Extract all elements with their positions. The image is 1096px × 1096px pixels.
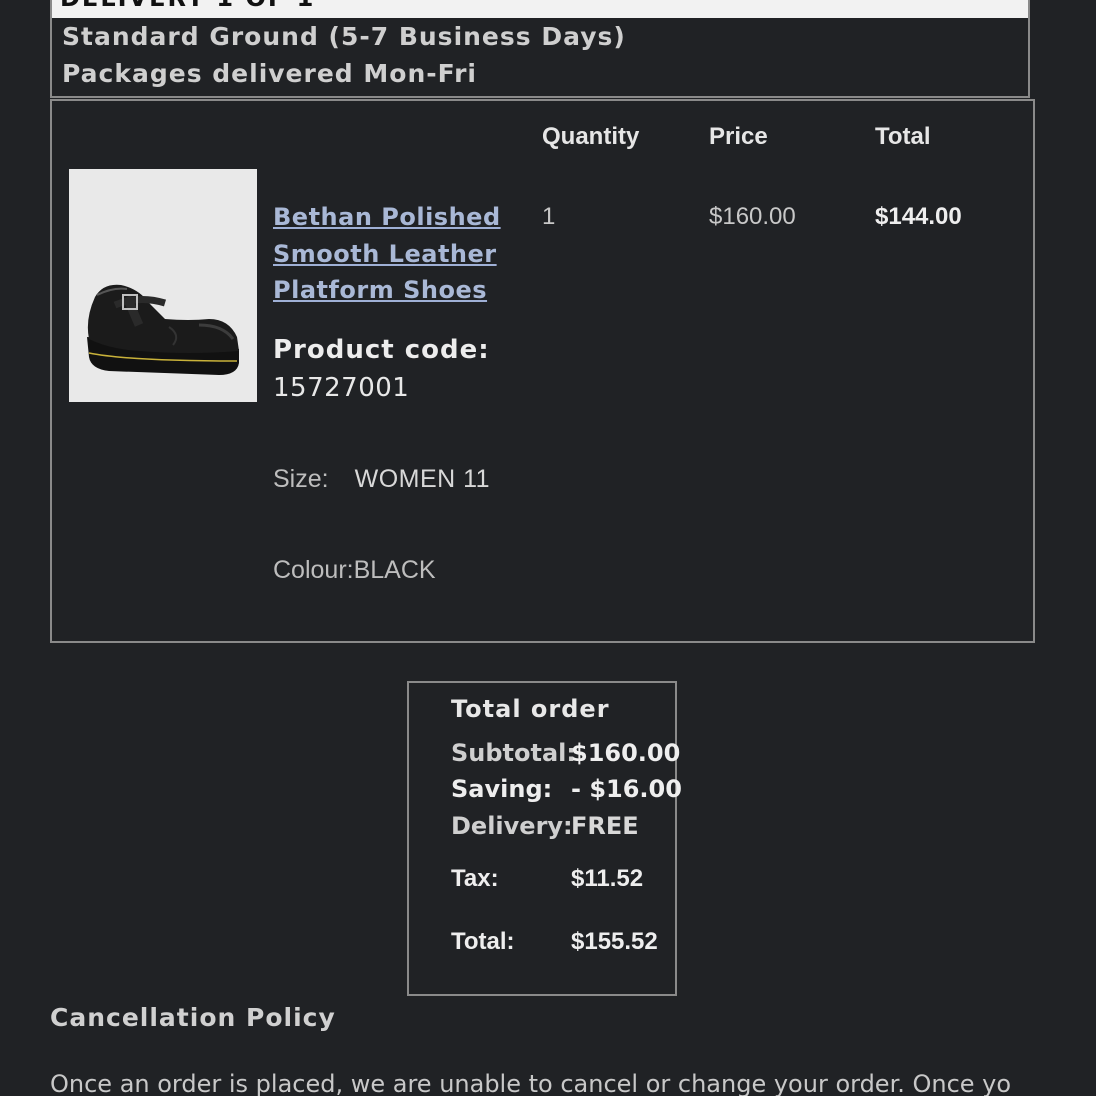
size-row: Size: WOMEN 11 bbox=[273, 465, 490, 494]
delivery-method: Standard Ground (5-7 Business Days) bbox=[62, 22, 626, 51]
colour-row: Colour:BLACK bbox=[273, 556, 436, 584]
total-label: Total: bbox=[451, 928, 515, 955]
item-quantity: 1 bbox=[542, 203, 556, 230]
shoe-icon bbox=[87, 284, 239, 375]
subtotal-value: $160.00 bbox=[571, 739, 681, 767]
item-price: $160.00 bbox=[709, 203, 796, 230]
size-label: Size: bbox=[273, 465, 329, 493]
product-name-link[interactable]: Bethan Polished Smooth Leather Platform … bbox=[273, 199, 503, 309]
delivery-note: Packages delivered Mon-Fri bbox=[62, 59, 478, 88]
item-total: $144.00 bbox=[875, 203, 962, 230]
order-totals-summary: Total order Subtotal: $160.00 Saving: - … bbox=[407, 681, 682, 996]
delivery-section: DELIVERY 1 OF 1 Standard Ground (5-7 Bus… bbox=[50, 0, 1030, 98]
total-value: $155.52 bbox=[571, 928, 658, 955]
saving-value: - $16.00 bbox=[571, 775, 682, 803]
subtotal-label: Subtotal: bbox=[451, 739, 577, 767]
tax-label: Tax: bbox=[451, 865, 499, 892]
delivery-value: FREE bbox=[571, 812, 639, 840]
delivery-label: Delivery: bbox=[451, 812, 573, 840]
column-header-price: Price bbox=[709, 123, 768, 150]
delivery-header-label: DELIVERY 1 OF 1 bbox=[60, 0, 315, 12]
delivery-header: DELIVERY 1 OF 1 bbox=[52, 0, 1028, 18]
totals-title: Total order bbox=[451, 695, 610, 723]
cancellation-policy-heading: Cancellation Policy bbox=[50, 1003, 336, 1032]
tax-value: $11.52 bbox=[571, 865, 644, 892]
column-header-quantity: Quantity bbox=[542, 123, 640, 150]
column-header-total: Total bbox=[875, 123, 931, 150]
saving-label: Saving: bbox=[451, 775, 553, 803]
product-code-label: Product code: bbox=[273, 335, 490, 365]
order-confirmation-page: DELIVERY 1 OF 1 Standard Ground (5-7 Bus… bbox=[0, 0, 1096, 1096]
order-items-table: Quantity Price Total Bethan Polished Smo… bbox=[50, 99, 1035, 643]
cancellation-policy-text: Once an order is placed, we are unable t… bbox=[50, 1070, 1010, 1096]
size-value: WOMEN 11 bbox=[354, 465, 491, 493]
product-image[interactable] bbox=[69, 169, 257, 402]
product-code-value: 15727001 bbox=[273, 373, 410, 403]
